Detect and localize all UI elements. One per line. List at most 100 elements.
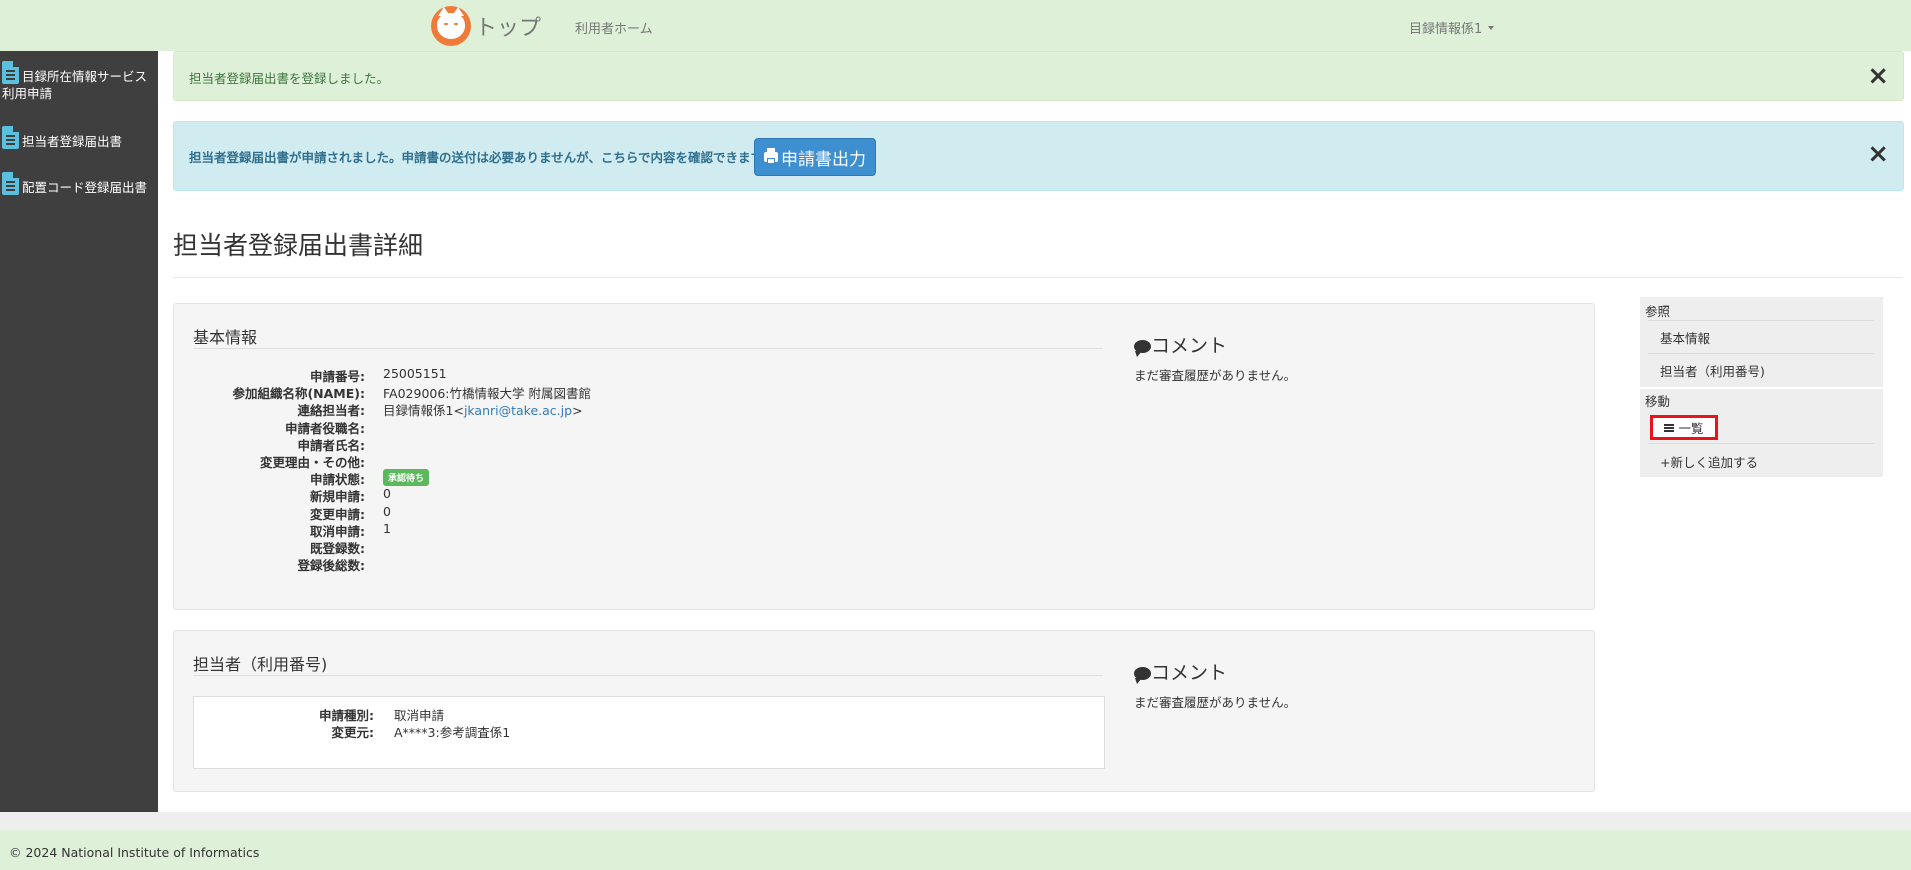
field-label: 新規申請: [310,489,365,505]
field-label: 変更元: [331,725,375,741]
brand-link[interactable]: トップ [431,6,541,46]
field-value: 承認待ち [383,469,430,487]
field-value: A****3:参考調査係1 [394,725,511,741]
contact-email-link[interactable]: jkanri@take.ac.jp [464,403,572,418]
footer: © 2024 National Institute of Informatics [0,830,1911,870]
field-label: 申請種別: [319,708,374,723]
field-value: 25005151 [383,366,447,381]
move-heading: 移動 [1645,394,1671,409]
field-label: 登録後総数: [297,558,366,574]
field-row: 申請番号: 25005151 [193,366,623,384]
field-value: 0 [383,503,391,519]
field-label: 申請者氏名: [297,437,366,453]
list-button[interactable]: 一覧 [1650,415,1718,440]
divider [1648,353,1874,354]
divider [1648,320,1874,321]
contact-name: 目録情報係1< [383,403,464,419]
top-navbar: トップ 利用者ホーム 目録情報係1 [0,0,1911,51]
field-row: 申請状態: 承認待ち [193,469,623,488]
sidebar-item-staff-registration[interactable]: 担当者登録届出書 [2,126,122,150]
brand-text: トップ [475,16,542,41]
field-label: 変更申請: [310,506,365,522]
field-row: 参加組織名称(NAME): FA029006:竹橋情報大学 附属図書館 [193,383,623,402]
comment-title: コメント [1151,662,1228,684]
reference-heading: 参照 [1645,304,1671,319]
divider [193,348,1103,349]
field-label: 申請者役職名: [285,420,365,436]
field-value: FA029006:竹橋情報大学 附属図書館 [383,386,591,402]
print-application-button[interactable]: 申請書出力 [754,138,876,176]
comment-heading: コメント [1134,658,1227,685]
add-new-link[interactable]: +新しく追加する [1660,452,1758,471]
field-value: 取消申請 [394,708,445,723]
success-alert-text: 担当者登録届出書を登録しました。 [189,71,390,86]
page-title: 担当者登録届出書詳細 [173,231,424,260]
cat-logo-icon [431,6,471,46]
list-icon [1664,423,1675,432]
field-row: 変更申請: 0 [193,503,623,522]
basic-info-fields: 申請番号: 25005151 参加組織名称(NAME): FA029006:竹橋情報… [193,366,623,574]
footer-separator [0,812,1911,830]
nav-link-basic-info[interactable]: 基本情報 [1660,328,1710,347]
info-alert: 担当者登録届出書が申請されました。申請書の送付は必要ありませんが、こちらで内容を… [173,121,1904,191]
user-menu-label: 目録情報係1 [1409,22,1483,37]
document-icon [2,172,19,195]
sidebar-item-label: 配置コード登録届出書 [22,180,148,195]
field-label: 既登録数: [310,540,365,556]
divider [193,675,1103,676]
list-button-label: 一覧 [1678,421,1704,436]
field-row: 申請者役職名: [193,418,623,436]
field-value: 目録情報係1<jkanri@take.ac.jp> [383,400,583,419]
field-label: 連絡担当者: [297,403,366,419]
sidebar-item-label: 担当者登録届出書 [22,134,123,149]
comment-heading: コメント [1134,331,1227,358]
field-row: 新規申請: 0 [193,486,623,505]
info-alert-text: 担当者登録届出書が申請されました。申請書の送付は必要ありませんが、こちらで内容を… [189,150,775,165]
field-label: 申請状態: [310,472,365,488]
sidebar-item-location-code-registration[interactable]: 配置コード登録届出書 [2,172,147,196]
section-title-basic-info: 基本情報 [193,328,258,347]
field-value: 1 [383,520,391,536]
person-panel: 担当者（利用番号) 申請種別: 取消申請 変更元: A****3:参考調査係1 コメ… [173,630,1595,792]
printer-icon [764,148,778,164]
sidebar: 目録所在情報サービス利用申請 担当者登録届出書 配置コード登録届出書 [0,51,158,812]
field-row: 連絡担当者: 目録情報係1<jkanri@take.ac.jp> [193,400,623,419]
caret-down-icon [1488,25,1495,30]
close-icon[interactable]: × [1867,63,1889,89]
nav-user-home-link[interactable]: 利用者ホーム [575,18,653,37]
comment-empty-text: まだ審査履歴がありません。 [1134,695,1297,710]
field-row: 取消申請: 1 [193,520,623,539]
comment-empty-text: まだ審査履歴がありません。 [1134,368,1297,383]
divider [173,277,1902,278]
section-title-person: 担当者（利用番号) [193,655,328,674]
field-row: 既登録数: [193,538,623,556]
contact-suffix: > [572,403,583,419]
document-icon [2,61,19,84]
print-button-label: 申請書出力 [781,149,866,170]
user-menu-dropdown[interactable]: 目録情報係1 [1409,18,1495,37]
field-label: 取消申請: [310,523,365,539]
sidebar-item-label: 目録所在情報サービス利用申請 [2,69,148,101]
field-row: 変更元: A****3:参考調査係1 [194,722,624,741]
close-icon[interactable]: × [1867,141,1889,167]
nav-link-person[interactable]: 担当者（利用番号) [1660,361,1765,380]
status-badge: 承認待ち [383,469,430,487]
field-label: 申請番号: [310,369,365,384]
comment-title: コメント [1151,335,1228,357]
document-icon [2,126,19,149]
comment-icon [1134,340,1151,357]
field-row: 申請種別: 取消申請 [194,705,624,723]
sidebar-item-catalog-service-application[interactable]: 目録所在情報サービス利用申請 [2,61,152,102]
field-value: 0 [383,486,391,502]
field-label: 変更理由・その他: [260,454,365,470]
divider [1648,443,1874,444]
reference-nav: 参照 基本情報 担当者（利用番号) [1640,297,1883,387]
person-detail-box: 申請種別: 取消申請 変更元: A****3:参考調査係1 [193,696,1105,769]
move-nav: 移動 一覧 +新しく追加する [1640,389,1883,477]
comment-icon [1134,667,1151,684]
field-row: 変更理由・その他: [193,452,623,470]
field-row: 登録後総数: [193,555,623,574]
basic-info-panel: 基本情報 申請番号: 25005151 参加組織名称(NAME): FA029006… [173,303,1595,610]
field-row: 申請者氏名: [193,435,623,453]
success-alert: 担当者登録届出書を登録しました。 × [173,51,1904,101]
